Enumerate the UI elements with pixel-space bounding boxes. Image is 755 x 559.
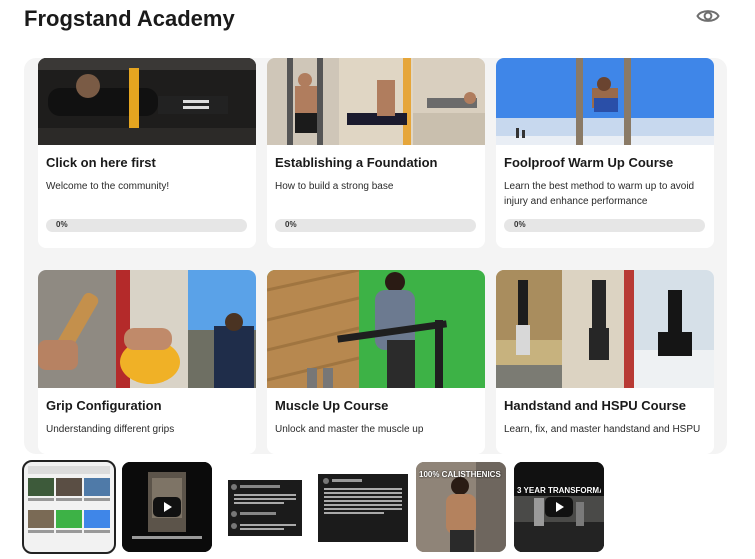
course-description: Unlock and master the muscle up — [275, 424, 424, 435]
course-grid: Click on here first Welcome to the commu… — [24, 58, 727, 454]
thumbnail-caption: 3 YEAR TRANSFORMATION — [517, 486, 601, 495]
gallery-thumbnail-video[interactable] — [122, 462, 212, 552]
course-card-grip-configuration[interactable]: Grip Configuration Understanding differe… — [38, 270, 256, 454]
gallery-thumbnail-screenshot[interactable] — [22, 460, 116, 554]
course-description: How to build a strong base — [275, 181, 394, 192]
course-thumbnail — [496, 58, 714, 145]
course-card-foolproof-warm-up-course[interactable]: Foolproof Warm Up Course Learn the best … — [496, 58, 714, 248]
progress-bar: 0% — [275, 219, 476, 232]
gallery-thumbnail-transformation[interactable]: 3 YEAR TRANSFORMATION — [514, 462, 604, 552]
course-card-establishing-a-foundation[interactable]: Establishing a Foundation How to build a… — [267, 58, 485, 248]
course-thumbnail — [267, 58, 485, 145]
gallery-thumbnail-post[interactable] — [318, 462, 408, 552]
course-description: Welcome to the community! — [46, 181, 170, 192]
progress-bar: 0% — [504, 219, 705, 232]
progress-label: 0% — [514, 220, 526, 229]
eye-icon[interactable] — [696, 7, 720, 25]
course-thumbnail — [38, 270, 256, 388]
progress-label: 0% — [56, 220, 68, 229]
course-title: Handstand and HSPU Course — [504, 398, 687, 413]
progress-label: 0% — [285, 220, 297, 229]
gallery-thumbnail-chat[interactable] — [220, 462, 310, 552]
course-description: Learn the best method to warm up to avoi… — [504, 181, 695, 207]
course-description: Understanding different grips — [46, 424, 175, 435]
course-thumbnail — [496, 270, 714, 388]
course-card-muscle-up-course[interactable]: Muscle Up Course Unlock and master the m… — [267, 270, 485, 454]
course-thumbnail — [38, 58, 256, 145]
media-gallery: 100% CALISTHENICS 3 YEAR TRANSFORMATION — [22, 460, 614, 554]
course-description: Learn, fix, and master handstand and HSP… — [504, 424, 701, 435]
course-title: Establishing a Foundation — [275, 155, 438, 170]
play-icon — [545, 497, 573, 517]
course-title: Grip Configuration — [46, 398, 162, 413]
gallery-thumbnail-calisthenics[interactable]: 100% CALISTHENICS — [416, 462, 506, 552]
course-title: Click on here first — [46, 155, 156, 170]
course-title: Muscle Up Course — [275, 398, 389, 413]
thumbnail-caption: 100% CALISTHENICS — [419, 470, 501, 479]
course-thumbnail — [267, 270, 485, 388]
course-title: Foolproof Warm Up Course — [504, 155, 674, 170]
course-card-handstand-and-hspu-course[interactable]: Handstand and HSPU Course Learn, fix, an… — [496, 270, 714, 454]
play-icon — [153, 497, 181, 517]
page-title: Frogstand Academy — [24, 6, 235, 31]
progress-bar: 0% — [46, 219, 247, 232]
course-card-click-on-here-first[interactable]: Click on here first Welcome to the commu… — [38, 58, 256, 248]
